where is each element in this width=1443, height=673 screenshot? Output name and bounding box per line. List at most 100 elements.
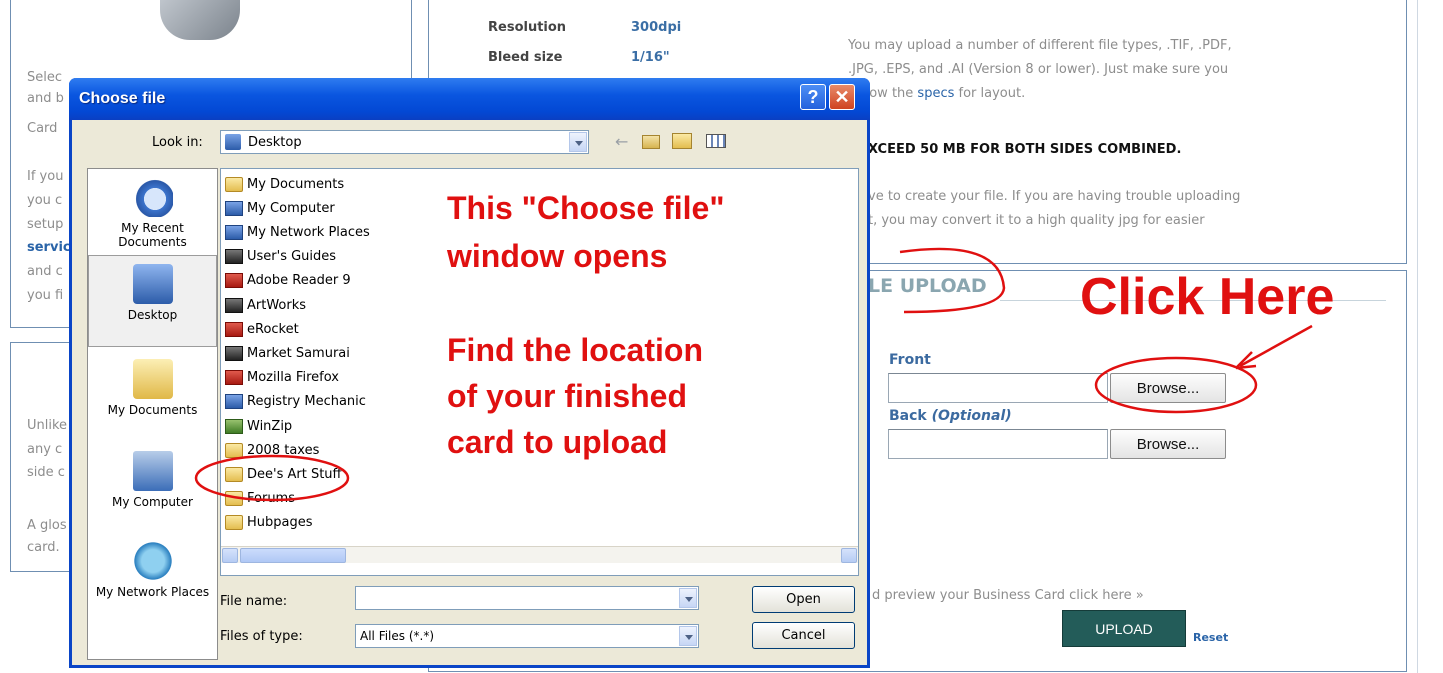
up-folder-icon[interactable] bbox=[642, 135, 660, 149]
back-file-input[interactable] bbox=[888, 429, 1108, 459]
my-computer-icon bbox=[132, 451, 173, 491]
bleed-value: 1/16" bbox=[631, 50, 670, 65]
shortcut-icon bbox=[225, 297, 243, 313]
scroll-left-button[interactable] bbox=[222, 548, 238, 563]
back-browse-button[interactable]: Browse... bbox=[1110, 429, 1226, 459]
left-text-10: Unlike bbox=[27, 418, 68, 433]
file-item[interactable]: 2008 taxes bbox=[225, 439, 319, 461]
front-label: Front bbox=[889, 352, 931, 368]
file-name-dropdown-icon[interactable] bbox=[679, 588, 697, 608]
left-text-9: you fi bbox=[27, 288, 64, 303]
file-item-label: Registry Mechanic bbox=[247, 394, 366, 410]
file-item[interactable]: WinZip bbox=[225, 415, 292, 437]
front-file-input[interactable] bbox=[888, 373, 1108, 403]
choose-file-dialog: Choose file ? ✕ Look in: Desktop ← My Re… bbox=[69, 78, 870, 668]
desktop-icon bbox=[132, 264, 173, 304]
file-item[interactable]: Registry Mechanic bbox=[225, 391, 366, 413]
left-text-11: any c bbox=[27, 442, 63, 457]
file-list[interactable]: My Documents My Computer My Network Places… bbox=[220, 168, 859, 576]
open-button[interactable]: Open bbox=[752, 586, 855, 613]
place-my-computer[interactable]: My Computer bbox=[88, 451, 217, 509]
shortcut-icon bbox=[225, 273, 243, 289]
place-my-recent-documents[interactable]: My Recent Documents bbox=[88, 177, 217, 249]
file-item-label: Market Samurai bbox=[247, 345, 350, 361]
place-my-documents[interactable]: My Documents bbox=[88, 359, 217, 417]
file-item[interactable]: eRocket bbox=[225, 318, 299, 340]
files-of-type-value: All Files (*.*) bbox=[360, 629, 435, 643]
file-item[interactable]: Market Samurai bbox=[225, 342, 350, 364]
file-item-label: ArtWorks bbox=[247, 297, 307, 313]
page-right-divider bbox=[1417, 0, 1418, 673]
place-label-documents: My Documents bbox=[107, 403, 198, 417]
file-item[interactable]: My Documents bbox=[225, 173, 344, 195]
look-in-dropdown-icon[interactable] bbox=[569, 132, 587, 152]
annotation-dialog-note-2: window opens bbox=[447, 238, 668, 274]
file-item[interactable]: Adobe Reader 9 bbox=[225, 270, 351, 292]
filetypes-text-2: .JPG, .EPS, and .AI (Version 8 or lower)… bbox=[848, 62, 1229, 77]
folder-icon bbox=[225, 515, 243, 531]
annotation-find-1: Find the location bbox=[447, 332, 703, 368]
file-item[interactable]: ArtWorks bbox=[225, 294, 306, 316]
file-item-label: My Documents bbox=[247, 176, 345, 192]
file-item-label: eRocket bbox=[247, 321, 299, 337]
file-item[interactable]: Dee's Art Stuff bbox=[225, 463, 342, 485]
left-text-5: you c bbox=[27, 193, 63, 208]
horizontal-scrollbar[interactable] bbox=[221, 546, 858, 563]
place-label-computer: My Computer bbox=[112, 495, 193, 509]
filetypes-text-3-post: for layout. bbox=[954, 86, 1026, 101]
filetypes-text-3: llow the specs for layout. bbox=[862, 86, 1025, 101]
specs-link[interactable]: specs bbox=[917, 86, 954, 101]
scroll-thumb[interactable] bbox=[240, 548, 346, 563]
file-item[interactable]: Hubpages bbox=[225, 512, 313, 534]
look-in-value: Desktop bbox=[248, 135, 302, 150]
dialog-titlebar[interactable]: Choose file ? ✕ bbox=[69, 78, 870, 120]
back-label: Back (Optional) bbox=[889, 408, 1012, 424]
reset-link[interactable]: Reset bbox=[1193, 631, 1228, 644]
desktop-small-icon bbox=[225, 134, 241, 150]
bleed-label: Bleed size bbox=[488, 50, 563, 65]
file-item-label: Hubpages bbox=[247, 515, 313, 531]
left-text-13: A glos bbox=[27, 518, 67, 533]
look-in-combo[interactable]: Desktop bbox=[220, 130, 589, 154]
my-documents-icon bbox=[132, 359, 173, 399]
file-item-label: Adobe Reader 9 bbox=[247, 273, 351, 289]
network-places-icon bbox=[132, 541, 173, 581]
files-of-type-select[interactable]: All Files (*.*) bbox=[355, 624, 699, 648]
file-name-field[interactable] bbox=[355, 586, 699, 610]
help-button[interactable]: ? bbox=[800, 84, 826, 110]
services-link[interactable]: servic bbox=[27, 240, 71, 255]
file-item[interactable]: Mozilla Firefox bbox=[225, 367, 339, 389]
file-item[interactable]: My Computer bbox=[225, 197, 335, 219]
place-desktop[interactable]: Desktop bbox=[88, 255, 217, 347]
back-arrow-icon[interactable]: ← bbox=[615, 132, 628, 151]
cancel-button[interactable]: Cancel bbox=[752, 622, 855, 649]
annotation-find-2: of your finished bbox=[447, 378, 687, 414]
back-label-text: Back bbox=[889, 408, 927, 424]
left-text-3: Card bbox=[27, 121, 58, 136]
shortcut-icon bbox=[225, 321, 243, 337]
front-browse-button[interactable]: Browse... bbox=[1110, 373, 1226, 403]
shortcut-icon bbox=[225, 249, 243, 265]
left-text-4: If you bbox=[27, 169, 64, 184]
close-button[interactable]: ✕ bbox=[829, 84, 855, 110]
scroll-right-button[interactable] bbox=[841, 548, 857, 563]
file-item[interactable]: My Network Places bbox=[225, 221, 370, 243]
files-of-type-dropdown-icon[interactable] bbox=[679, 626, 697, 646]
shortcut-icon bbox=[225, 200, 243, 216]
place-label-recent: My Recent Documents bbox=[118, 221, 187, 249]
view-menu-icon[interactable] bbox=[706, 134, 726, 148]
folder-icon bbox=[225, 491, 243, 507]
preview-text[interactable]: d preview your Business Card click here … bbox=[872, 588, 1144, 603]
left-text-1: Selec bbox=[27, 70, 63, 85]
file-item-label: My Computer bbox=[247, 200, 335, 216]
file-item-label: Dee's Art Stuff bbox=[247, 466, 342, 482]
shortcut-icon bbox=[225, 370, 243, 386]
upload-section-title: LE UPLOAD bbox=[868, 275, 987, 297]
help-text-1: ve to create your file. If you are havin… bbox=[868, 189, 1241, 204]
upload-button[interactable]: UPLOAD bbox=[1062, 610, 1186, 647]
left-text-8: and c bbox=[27, 264, 63, 279]
place-my-network-places[interactable]: My Network Places bbox=[88, 541, 217, 599]
new-folder-icon[interactable] bbox=[672, 133, 692, 149]
file-item[interactable]: Forums bbox=[225, 488, 295, 510]
file-item[interactable]: User's Guides bbox=[225, 246, 336, 268]
